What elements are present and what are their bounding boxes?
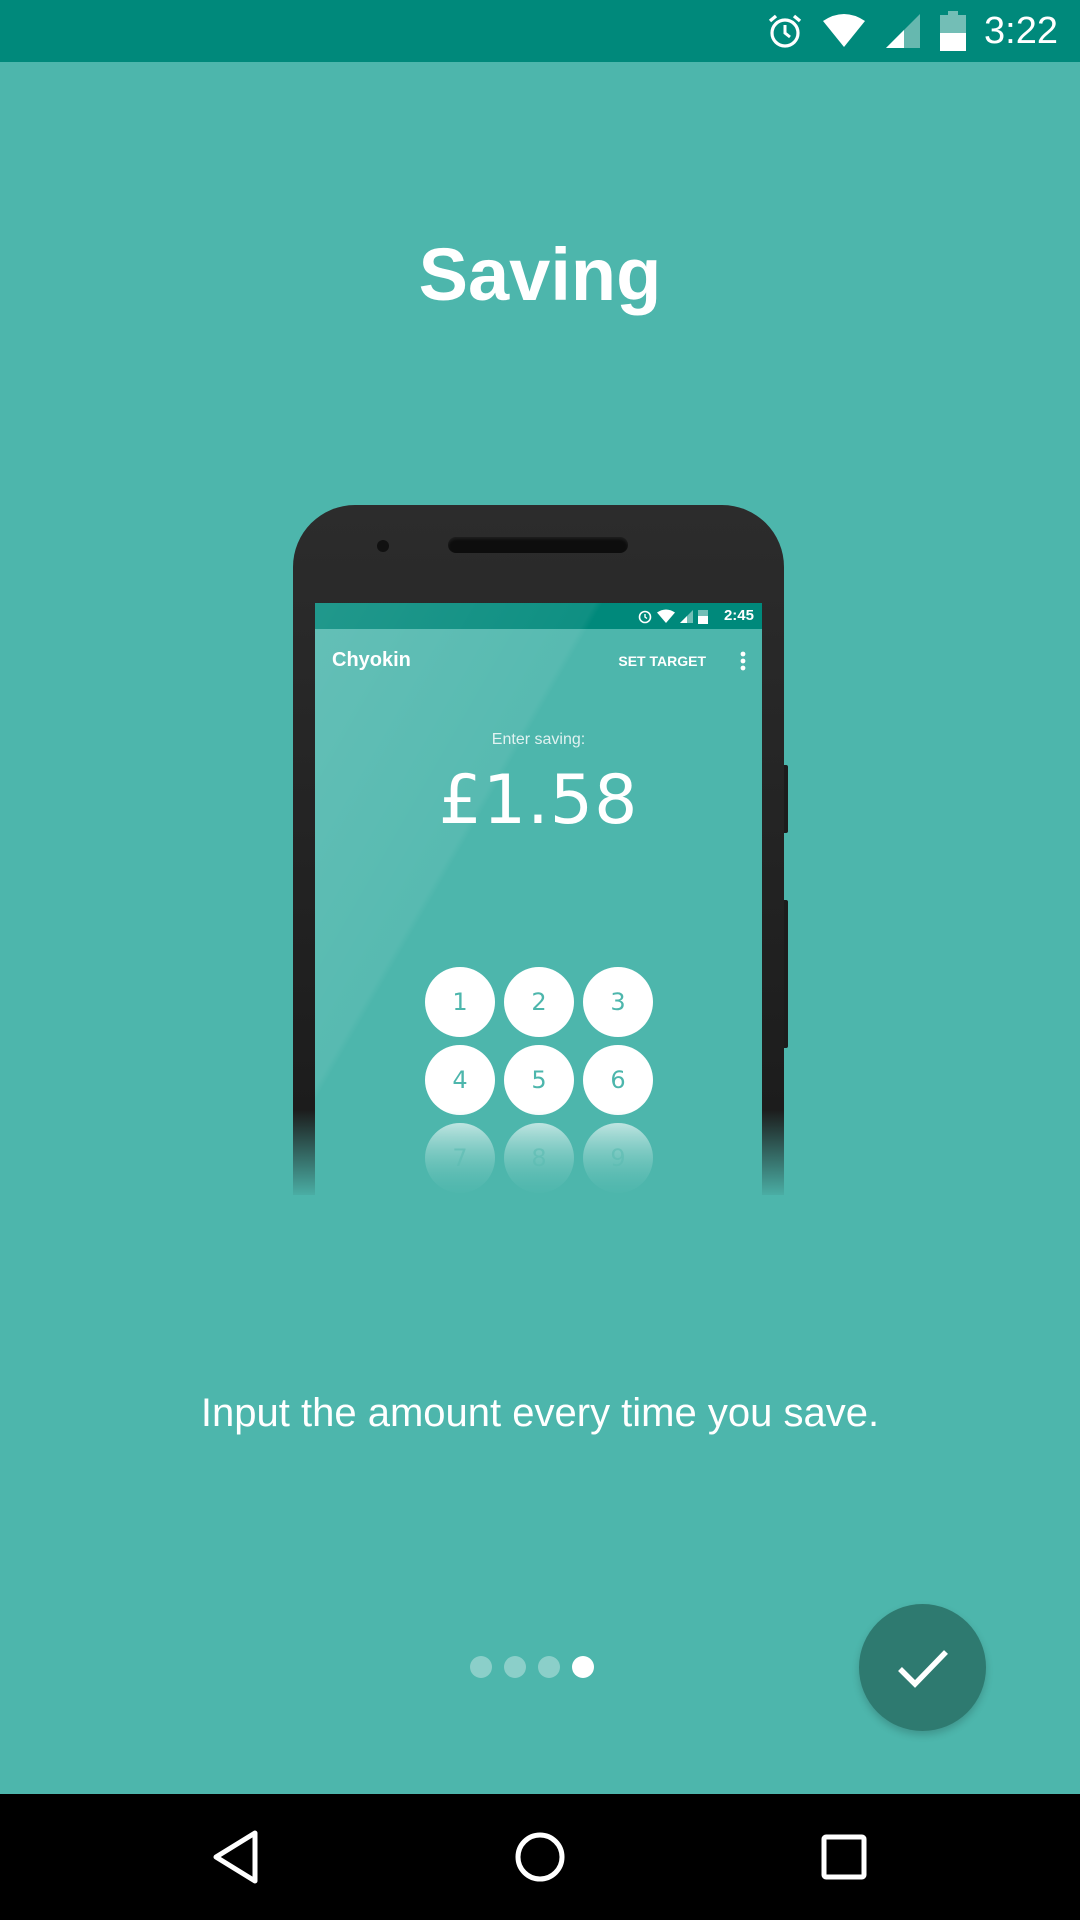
mini-key-5: 5 [504, 1045, 574, 1115]
page-dot-2[interactable] [504, 1656, 526, 1678]
page-title: Saving [418, 233, 662, 316]
mini-status-bar: 2:45 [315, 603, 762, 629]
mini-key-4: 4 [425, 1045, 495, 1115]
check-icon [897, 1649, 948, 1688]
phone-illustration: 2:45 Chyokin SET TARGET Enter saving: £1… [293, 505, 784, 1195]
home-button[interactable] [505, 1822, 575, 1892]
page-dot-1[interactable] [470, 1656, 492, 1678]
back-button[interactable] [201, 1822, 271, 1892]
battery-icon [940, 11, 967, 51]
page-subtitle: Input the amount every time you save. [200, 1391, 880, 1435]
mini-battery-icon [698, 610, 708, 624]
mini-wifi-icon [657, 609, 675, 623]
phone-speaker [448, 537, 628, 553]
back-icon [213, 1830, 258, 1884]
alarm-icon [768, 14, 802, 48]
mini-set-target-label: SET TARGET [618, 653, 706, 669]
mini-key-6: 6 [583, 1045, 653, 1115]
status-bar: 3:22 [0, 0, 1080, 62]
phone-camera [377, 540, 389, 552]
mini-key-1: 1 [425, 967, 495, 1037]
phone-bottom-fade [280, 1110, 800, 1200]
mini-amount-display: £1.58 [438, 761, 639, 840]
navigation-bar [0, 1794, 1080, 1920]
mini-key-2: 2 [504, 967, 574, 1037]
mini-alarm-icon [638, 610, 652, 624]
mini-status-time: 2:45 [723, 607, 754, 624]
home-icon [515, 1832, 565, 1882]
done-button[interactable] [859, 1604, 986, 1731]
mini-cell-signal-icon [680, 609, 693, 623]
recents-icon [821, 1834, 867, 1880]
status-time: 3:22 [984, 9, 1058, 52]
recents-button[interactable] [809, 1822, 879, 1892]
page-dot-3[interactable] [538, 1656, 560, 1678]
page-dot-4-active[interactable] [572, 1656, 594, 1678]
mini-enter-saving-label: Enter saving: [491, 731, 586, 748]
cell-signal-icon [886, 14, 921, 48]
mini-overflow-icon [740, 651, 746, 671]
onboarding-screen: 3:22 Saving 2:45 Chyokin SET TARGET Ente… [0, 0, 1080, 1920]
page-indicator [470, 1656, 606, 1678]
mini-key-3: 3 [583, 967, 653, 1037]
mini-app-title: Chyokin [332, 649, 411, 671]
phone-screen: 2:45 Chyokin SET TARGET Enter saving: £1… [315, 603, 762, 1195]
wifi-icon [823, 14, 866, 47]
